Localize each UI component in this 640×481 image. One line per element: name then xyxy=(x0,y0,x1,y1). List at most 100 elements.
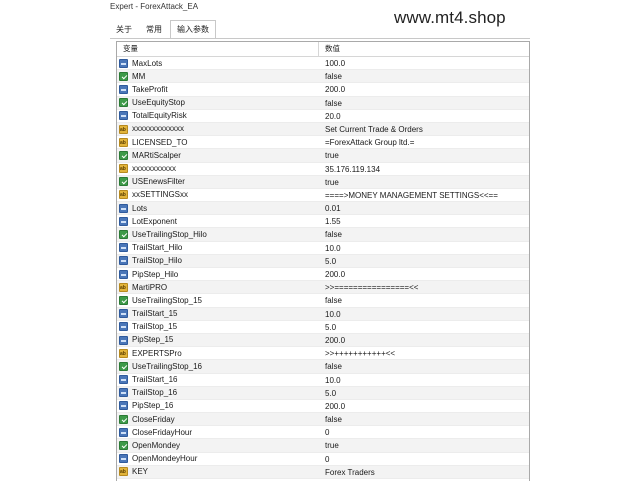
boolean-param-icon xyxy=(119,71,128,81)
param-name: MM xyxy=(132,71,146,81)
tab-inputs[interactable]: 输入参数 xyxy=(170,20,216,39)
param-name-cell: PipStep_16 xyxy=(117,400,325,412)
param-name: CloseFridayHour xyxy=(132,427,193,437)
table-row[interactable]: TakeProfit 200.0 xyxy=(117,83,529,97)
table-row[interactable]: OpenMondey true xyxy=(117,439,529,453)
table-row[interactable]: TrailStart_Hilo 10.0 xyxy=(117,242,529,255)
table-row[interactable]: TrailStart_15 10.0 xyxy=(117,307,529,321)
param-name: OpenMondeyHour xyxy=(132,454,198,464)
param-value[interactable]: true xyxy=(325,439,529,451)
param-value[interactable]: 200.0 xyxy=(325,268,529,280)
header-variable[interactable]: 变量 xyxy=(117,42,319,56)
param-value[interactable]: 35.176.119.134 xyxy=(325,163,529,175)
table-row[interactable]: CloseFriday false xyxy=(117,413,529,427)
table-row[interactable]: PipStep_Hilo 200.0 xyxy=(117,268,529,282)
number-param-icon xyxy=(119,322,128,332)
param-value[interactable]: false xyxy=(325,294,529,306)
table-row[interactable]: OpenMondeyHour 0 xyxy=(117,453,529,466)
param-name-cell: MM xyxy=(117,70,325,82)
table-row[interactable]: UseEquityStop false xyxy=(117,96,529,110)
param-value[interactable]: 0 xyxy=(325,426,529,438)
table-row[interactable]: LotExponent 1.55 xyxy=(117,215,529,229)
string-param-icon xyxy=(119,466,128,478)
table-row[interactable]: USEnewsFilter true xyxy=(117,175,529,189)
number-param-icon xyxy=(119,84,128,94)
param-name-cell: OpenMondey xyxy=(117,439,325,451)
table-row[interactable]: MaxLots 100.0 xyxy=(117,57,529,71)
tab-about[interactable]: 关于 xyxy=(110,21,138,38)
boolean-param-icon xyxy=(119,98,128,108)
table-row[interactable]: UseTrailingStop_16 false xyxy=(117,360,529,374)
param-value[interactable]: true xyxy=(325,149,529,161)
param-value[interactable]: ====>MONEY MANAGEMENT SETTINGS<<== xyxy=(325,189,529,201)
table-row[interactable]: KEY Forex Traders xyxy=(117,465,529,479)
table-row[interactable]: MM false xyxy=(117,70,529,84)
table-row[interactable]: CloseFridayHour 0 xyxy=(117,426,529,440)
param-name-cell: LICENSED_TO xyxy=(117,136,325,148)
param-name-cell: UseTrailingStop_16 xyxy=(117,360,325,372)
param-value[interactable]: false xyxy=(325,228,529,240)
param-value[interactable]: 20.0 xyxy=(325,110,529,122)
param-value[interactable]: 5.0 xyxy=(325,255,529,267)
header-value[interactable]: 数值 xyxy=(319,42,340,56)
table-row[interactable]: xxxxxxxxxxx 35.176.119.134 xyxy=(117,163,529,176)
param-value[interactable]: 1.55 xyxy=(325,215,529,227)
number-param-icon xyxy=(119,427,128,437)
table-row[interactable]: Lots 0.01 xyxy=(117,202,529,216)
param-value[interactable]: >>================<< xyxy=(325,281,529,293)
param-name-cell: xxSETTINGSxx xyxy=(117,189,325,201)
window-title: Expert - ForexAttack_EA xyxy=(110,2,199,11)
param-value[interactable]: 200.0 xyxy=(325,400,529,412)
table-row[interactable]: PipStep_15 200.0 xyxy=(117,333,529,348)
param-value[interactable]: 0.01 xyxy=(325,202,529,214)
table-row[interactable]: UseTrailingStop_15 false xyxy=(117,294,529,308)
param-name-cell: PipStep_Hilo xyxy=(117,268,325,280)
tab-divider xyxy=(110,38,530,39)
param-value[interactable]: false xyxy=(325,97,529,109)
param-value[interactable]: 5.0 xyxy=(325,387,529,399)
param-value[interactable]: 10.0 xyxy=(325,308,529,320)
table-row[interactable]: TrailStop_15 5.0 xyxy=(117,321,529,334)
boolean-param-icon xyxy=(119,414,128,424)
param-name: MaxLots xyxy=(132,58,163,68)
param-value[interactable]: 100.0 xyxy=(325,57,529,69)
table-row[interactable]: MartiPRO >>================<< xyxy=(117,281,529,295)
param-value[interactable]: 200.0 xyxy=(325,83,529,95)
param-name-cell: xxxxxxxxxxx xyxy=(117,163,325,175)
table-row[interactable]: UseTrailingStop_Hilo false xyxy=(117,228,529,242)
param-value[interactable]: false xyxy=(325,360,529,372)
inputs-grid: 变量 数值 MaxLots 100.0 MM false TakeProfit 200.0… xyxy=(116,41,530,481)
param-value[interactable]: false xyxy=(325,413,529,425)
param-value[interactable]: Set Current Trade & Orders xyxy=(325,123,529,135)
table-row[interactable]: LICENSED_TO =ForexAttack Group ltd.= xyxy=(117,136,529,150)
table-row[interactable]: xxxxxxxxxxxxx Set Current Trade & Orders xyxy=(117,122,529,137)
table-row[interactable]: xxSETTINGSxx ====>MONEY MANAGEMENT SETTIN… xyxy=(117,189,529,203)
param-value[interactable]: 200.0 xyxy=(325,334,529,346)
table-row[interactable]: EXPERTSPro >>+++++++++++<< xyxy=(117,347,529,361)
param-name-cell: xxxxxxxxxxxxx xyxy=(117,123,325,135)
param-name-cell: EXPERTSPro xyxy=(117,347,325,359)
boolean-param-icon xyxy=(119,441,128,451)
param-name: MartiPRO xyxy=(132,282,168,292)
param-value[interactable]: 10.0 xyxy=(325,242,529,254)
param-value[interactable]: false xyxy=(325,70,529,82)
param-value[interactable]: 10.0 xyxy=(325,374,529,386)
tab-common[interactable]: 常用 xyxy=(140,21,168,38)
param-value[interactable]: =ForexAttack Group ltd.= xyxy=(325,136,529,148)
table-row[interactable]: TotalEquityRisk 20.0 xyxy=(117,110,529,123)
param-value[interactable]: >>+++++++++++<< xyxy=(325,347,529,359)
table-row[interactable]: TrailStart_16 10.0 xyxy=(117,374,529,387)
param-value[interactable]: 5.0 xyxy=(325,321,529,333)
table-row[interactable]: PipStep_16 200.0 xyxy=(117,400,529,414)
param-name: UseTrailingStop_15 xyxy=(132,295,202,305)
table-row[interactable]: TrailStop_16 5.0 xyxy=(117,386,529,400)
param-value[interactable]: Forex Traders xyxy=(325,466,529,478)
table-row[interactable]: TrailStop_Hilo 5.0 xyxy=(117,254,529,268)
table-row[interactable]: MARtiScalper true xyxy=(117,149,529,163)
param-name-cell: TrailStart_16 xyxy=(117,374,325,386)
string-param-icon xyxy=(119,137,128,148)
param-value[interactable]: true xyxy=(325,176,529,188)
param-value[interactable]: 0 xyxy=(325,453,529,465)
number-param-icon xyxy=(119,216,128,226)
param-name: TotalEquityRisk xyxy=(132,111,187,121)
